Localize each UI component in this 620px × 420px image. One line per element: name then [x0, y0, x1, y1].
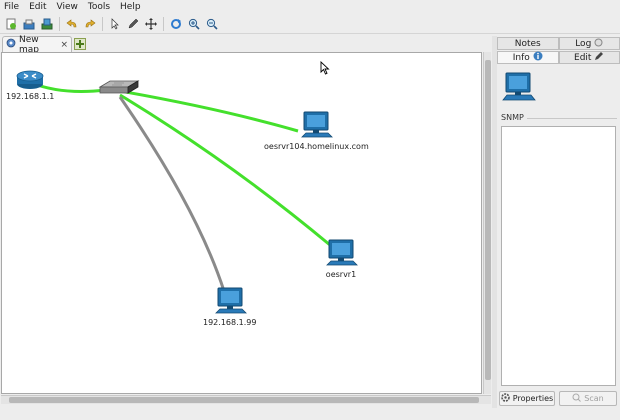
- undo-icon[interactable]: [65, 17, 79, 31]
- new-tab-button[interactable]: [74, 38, 86, 50]
- redo-icon[interactable]: [83, 17, 97, 31]
- new-map-icon[interactable]: [4, 17, 18, 31]
- map-node-switch[interactable]: [98, 79, 140, 99]
- gear-icon: [500, 393, 510, 404]
- computer-icon: [301, 111, 334, 138]
- tab-label: Log: [575, 38, 592, 49]
- node-label: oesrvr1: [325, 270, 357, 279]
- switch-icon: [98, 80, 140, 94]
- mouse-cursor-icon: [320, 60, 330, 78]
- tab-close-icon[interactable]: ×: [60, 40, 68, 50]
- menu-edit[interactable]: Edit: [29, 2, 46, 12]
- map-tab-icon: [6, 38, 16, 51]
- tab-label: Info: [512, 52, 530, 63]
- pencil-icon[interactable]: [126, 17, 140, 31]
- map-canvas[interactable]: 192.168.1.1 oesrvr104.homelinux.com oesr…: [1, 52, 482, 394]
- tab-label: Notes: [514, 38, 541, 49]
- zoom-in-icon[interactable]: [187, 17, 201, 31]
- pencil-icon: [594, 51, 604, 64]
- toolbar-separator: [59, 16, 60, 31]
- move-icon[interactable]: [144, 17, 158, 31]
- horizontal-scrollbar-thumb[interactable]: [9, 397, 479, 403]
- snmp-divider: [527, 118, 617, 119]
- zoom-out-icon[interactable]: [205, 17, 219, 31]
- log-icon: [594, 38, 603, 50]
- scan-label: Scan: [584, 394, 604, 403]
- menu-view[interactable]: View: [57, 2, 78, 12]
- map-node-host1[interactable]: oesrvr104.homelinux.com: [264, 111, 369, 151]
- open-map-icon[interactable]: [22, 17, 36, 31]
- selected-device-icon: [500, 72, 536, 107]
- scan-button[interactable]: Scan: [559, 391, 617, 406]
- node-label: 192.168.1.1: [6, 92, 55, 101]
- scan-icon: [572, 393, 582, 404]
- node-label: oesrvr104.homelinux.com: [264, 142, 369, 151]
- menu-file[interactable]: File: [4, 2, 19, 12]
- toolbar: [0, 14, 620, 34]
- toolbar-separator: [163, 16, 164, 31]
- tab-edit[interactable]: Edit: [558, 51, 620, 64]
- side-panel: Notes Log Info Edit SNMP Properties Scan: [497, 36, 620, 410]
- map-tab-bar: New map ×: [0, 35, 492, 55]
- menu-tools[interactable]: Tools: [88, 2, 110, 12]
- snmp-info-area: [501, 126, 616, 386]
- computer-icon: [326, 239, 358, 266]
- properties-button[interactable]: Properties: [499, 391, 555, 406]
- info-icon: [533, 51, 543, 64]
- menu-help[interactable]: Help: [120, 2, 141, 12]
- tab-notes[interactable]: Notes: [497, 37, 559, 50]
- horizontal-scrollbar[interactable]: [1, 395, 491, 404]
- properties-label: Properties: [512, 394, 554, 403]
- toolbar-separator: [102, 16, 103, 31]
- pointer-icon[interactable]: [108, 17, 122, 31]
- map-node-host2[interactable]: oesrvr1: [323, 239, 359, 279]
- menu-bar: File Edit View Tools Help: [0, 0, 620, 14]
- node-label: 192.168.1.99: [203, 318, 257, 327]
- plus-icon: [76, 40, 84, 48]
- router-icon: [16, 70, 44, 89]
- map-node-router[interactable]: 192.168.1.1: [6, 67, 54, 101]
- tab-label: Edit: [574, 52, 592, 63]
- tab-info[interactable]: Info: [497, 51, 559, 64]
- links-layer: [31, 81, 331, 292]
- map-node-host3[interactable]: 192.168.1.99: [203, 287, 256, 327]
- panel-tabs-bottom: Info Edit: [497, 51, 620, 64]
- snmp-label: SNMP: [501, 113, 524, 122]
- vertical-scrollbar-thumb[interactable]: [485, 60, 491, 380]
- save-map-icon[interactable]: [40, 17, 54, 31]
- vertical-scrollbar[interactable]: [483, 52, 491, 394]
- panel-tabs-top: Notes Log: [497, 37, 620, 50]
- tab-log[interactable]: Log: [558, 37, 620, 50]
- computer-icon: [214, 287, 247, 314]
- refresh-icon[interactable]: [169, 17, 183, 31]
- tab-new-map[interactable]: New map ×: [2, 35, 72, 55]
